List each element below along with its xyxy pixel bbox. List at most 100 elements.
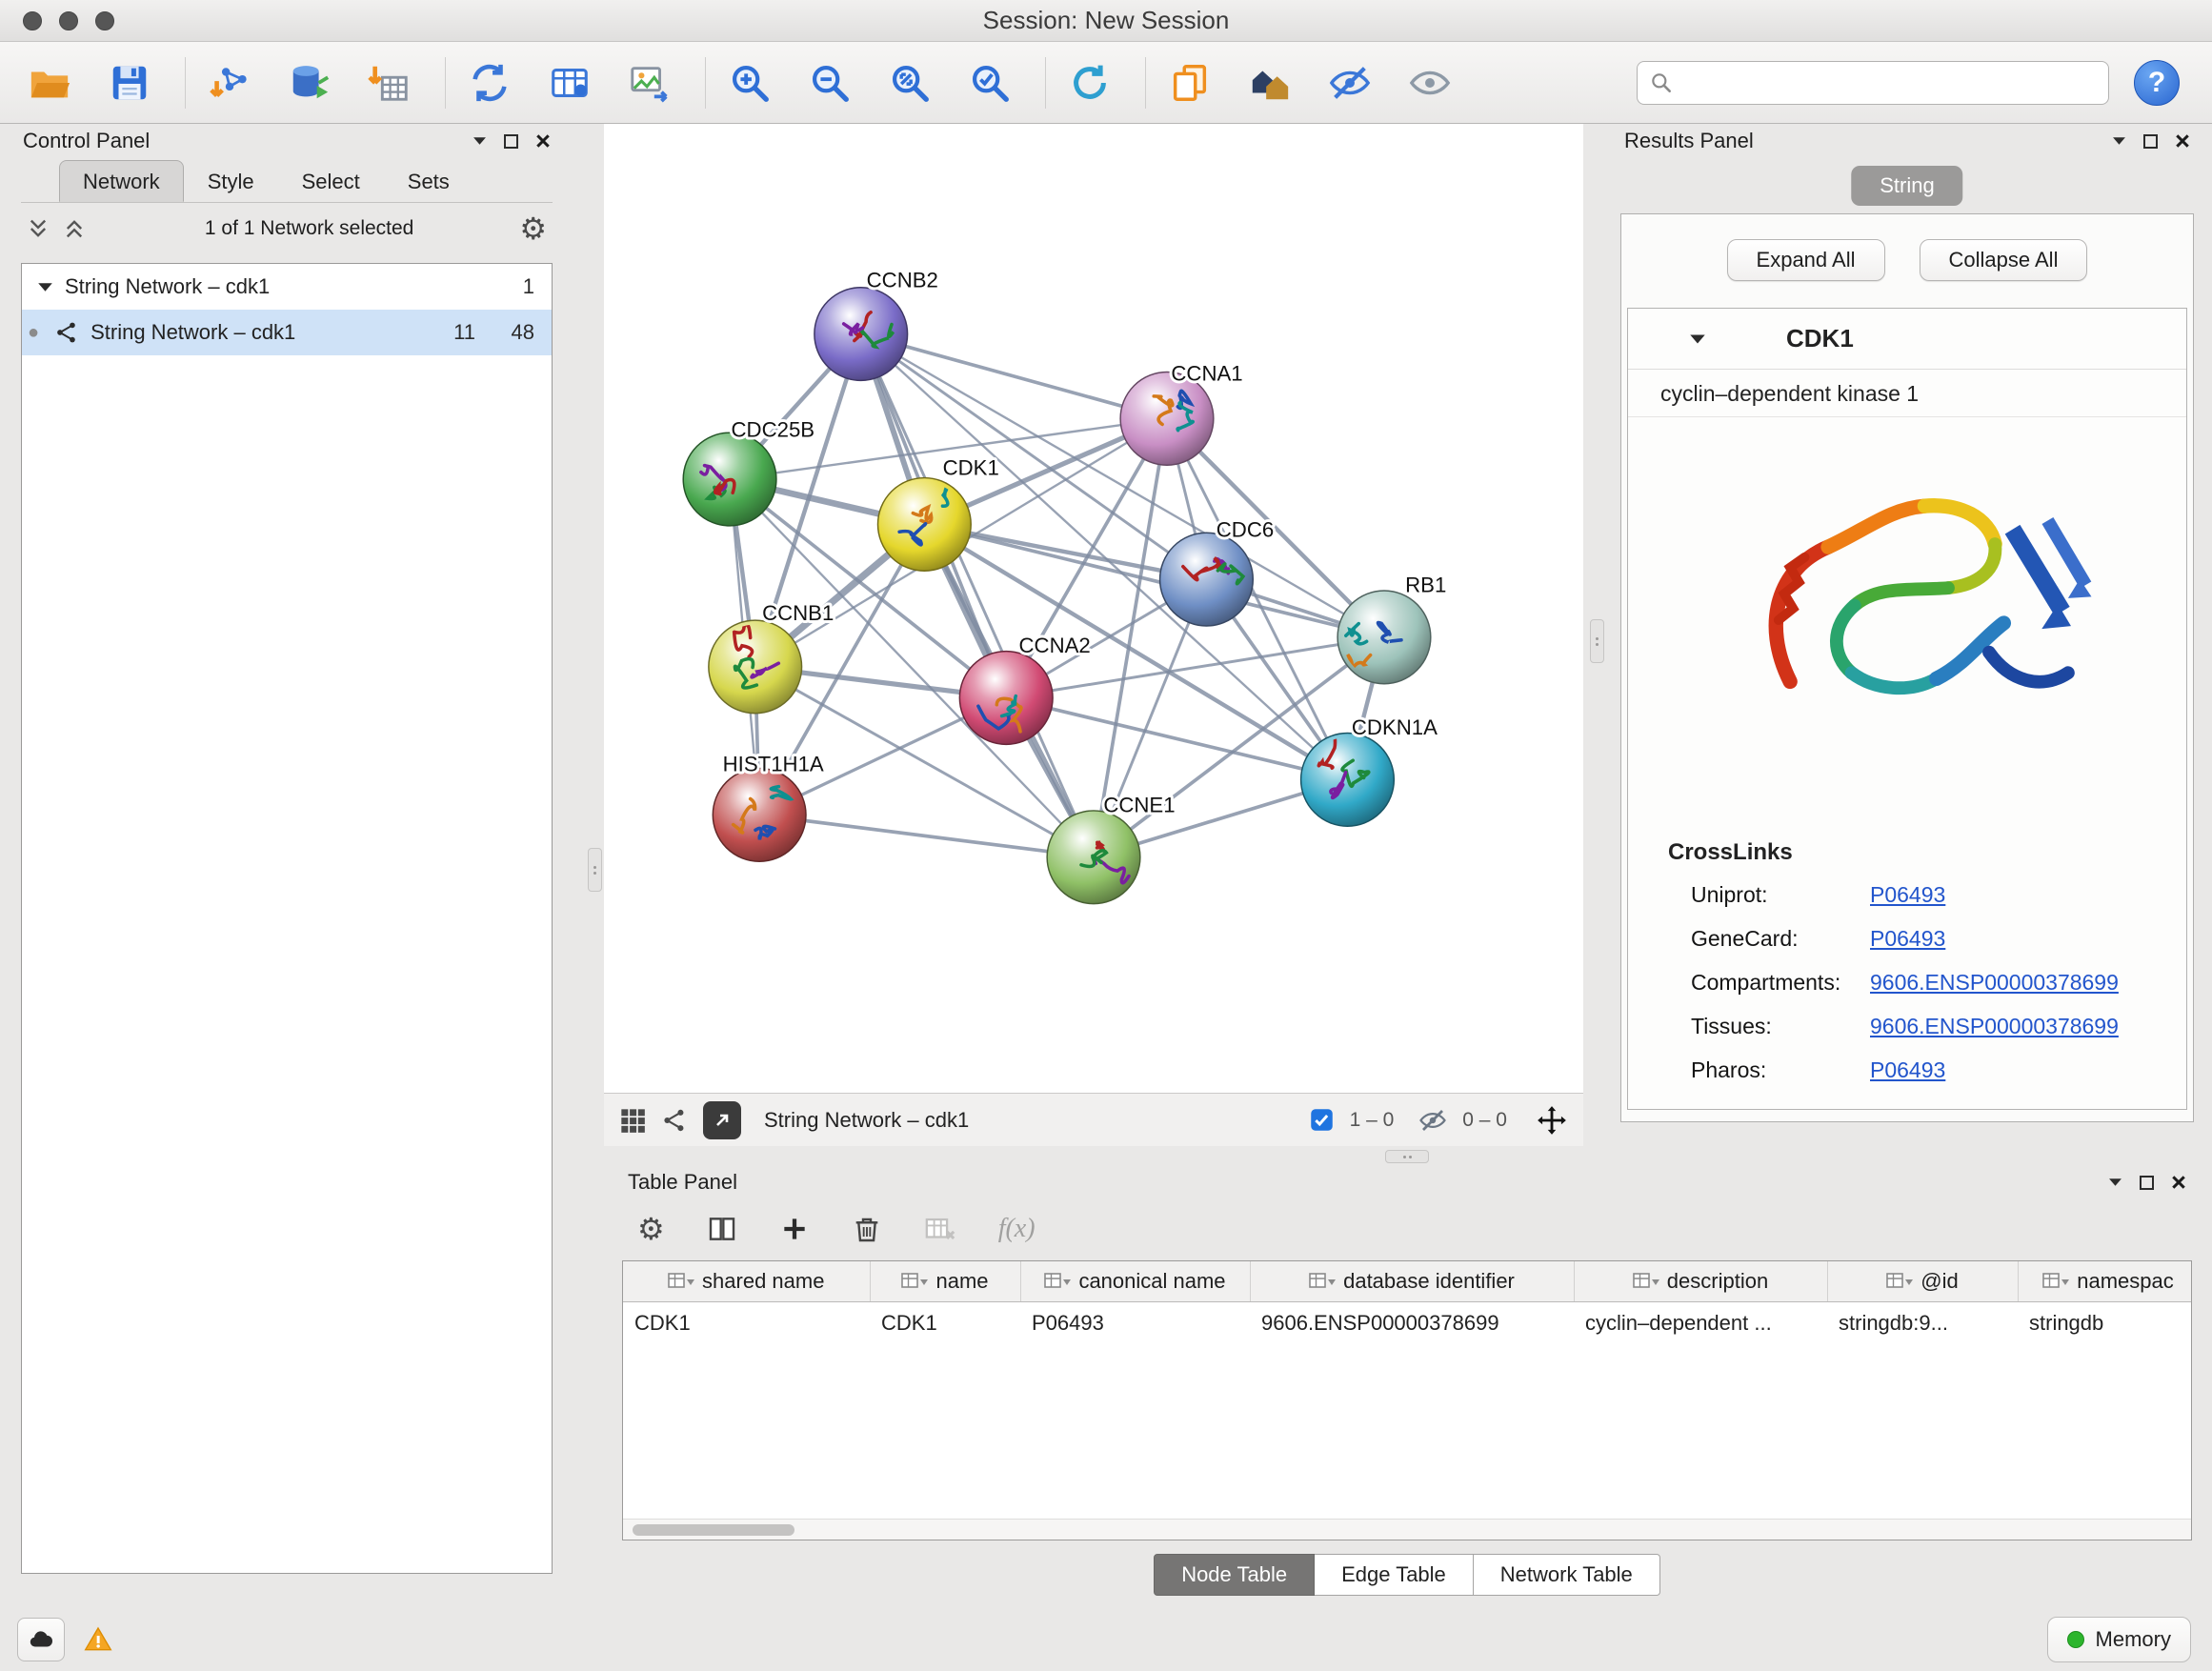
panel-close-button[interactable] (2175, 133, 2190, 149)
panel-float-button[interactable] (2108, 1178, 2122, 1187)
column-header-canonical-name[interactable]: canonical name (1020, 1261, 1250, 1301)
table-settings-button[interactable]: ⚙ (637, 1214, 665, 1244)
table-row[interactable]: CDK1CDK1P064939606.ENSP00000378699cyclin… (623, 1301, 2192, 1345)
add-column-button[interactable] (779, 1214, 810, 1244)
panel-close-button[interactable] (535, 133, 551, 149)
expand-all-button[interactable]: Expand All (1727, 239, 1885, 281)
network-table-button[interactable] (543, 54, 596, 111)
panel-close-button[interactable] (2171, 1175, 2186, 1190)
network-view[interactable]: CCNB2CCNA1CDC25BCDK1CDC6RB1CCNB1CCNA2CDK… (604, 124, 1583, 1146)
selected-checkbox-icon[interactable] (1309, 1107, 1335, 1133)
crosslink-link[interactable]: 9606.ENSP00000378699 (1870, 1014, 2119, 1039)
crosslink-link[interactable]: 9606.ENSP00000378699 (1870, 970, 2119, 996)
tab-node-table[interactable]: Node Table (1154, 1554, 1315, 1596)
open-in-new-window-button[interactable] (703, 1101, 741, 1139)
network-node-CDKN1A[interactable] (1301, 734, 1395, 827)
table-cell[interactable]: cyclin–dependent ... (1574, 1301, 1827, 1345)
network-node-CDC25B[interactable] (683, 433, 776, 526)
refresh-button[interactable] (1063, 54, 1116, 111)
column-header-name[interactable]: name (870, 1261, 1020, 1301)
gene-card-header[interactable]: CDK1 (1628, 309, 2186, 370)
collapse-all-button[interactable]: Collapse All (1920, 239, 2088, 281)
panel-maximize-button[interactable] (504, 134, 518, 149)
open-session-button[interactable] (23, 54, 76, 111)
crosslink-link[interactable]: P06493 (1870, 882, 1945, 908)
hidden-eye-slash-icon[interactable] (1418, 1106, 1447, 1135)
network-share-icon[interactable] (661, 1107, 688, 1134)
zoom-in-button[interactable] (723, 54, 776, 111)
panel-float-button[interactable] (2112, 136, 2126, 146)
column-header-database-identifier[interactable]: database identifier (1250, 1261, 1574, 1301)
zoom-out-button[interactable] (803, 54, 856, 111)
table-cell[interactable]: stringdb:9... (1827, 1301, 2018, 1345)
column-header-@id[interactable]: @id (1827, 1261, 2018, 1301)
show-columns-button[interactable] (707, 1214, 737, 1244)
network-collection-row[interactable]: String Network – cdk1 1 (22, 264, 552, 310)
save-session-button[interactable] (103, 54, 156, 111)
network-node-CDK1[interactable] (878, 478, 972, 572)
table-cell[interactable]: 9606.ENSP00000378699 (1250, 1301, 1574, 1345)
memory-button[interactable]: Memory (2047, 1617, 2191, 1662)
search-input[interactable] (1683, 70, 2097, 96)
cloud-status-button[interactable] (17, 1618, 65, 1661)
panel-divider-grip[interactable] (1590, 619, 1604, 663)
tab-network-table[interactable]: Network Table (1474, 1554, 1660, 1596)
delete-table-button-disabled[interactable] (924, 1213, 956, 1245)
import-network-from-database-button[interactable] (283, 54, 336, 111)
network-arrows-button[interactable] (463, 54, 516, 111)
network-node-CDC6[interactable] (1160, 533, 1254, 626)
delete-column-button[interactable] (852, 1214, 882, 1244)
table-cell[interactable]: stringdb (2018, 1301, 2192, 1345)
panel-maximize-button[interactable] (2140, 1176, 2154, 1190)
zoom-window-button[interactable] (95, 11, 114, 30)
scrollbar-thumb[interactable] (633, 1524, 794, 1536)
panel-maximize-button[interactable] (2143, 134, 2158, 149)
tab-sets[interactable]: Sets (384, 160, 473, 202)
panel-divider-grip[interactable] (588, 848, 602, 892)
tab-select[interactable]: Select (278, 160, 384, 202)
crosslink-link[interactable]: P06493 (1870, 926, 1945, 952)
toggle-visibility-button[interactable] (1323, 54, 1377, 111)
collapse-all-networks-icon[interactable] (63, 217, 86, 240)
collection-expand-icon[interactable] (37, 282, 53, 292)
table-cell[interactable]: CDK1 (623, 1301, 870, 1345)
help-button[interactable]: ? (2134, 60, 2180, 106)
network-node-CCNB2[interactable] (814, 288, 908, 381)
string-home-button[interactable] (1243, 54, 1297, 111)
import-table-button[interactable] (363, 54, 416, 111)
pan-crosshair-icon[interactable] (1536, 1104, 1568, 1137)
network-node-CCNB1[interactable] (709, 620, 802, 714)
zoom-fit-button[interactable] (883, 54, 936, 111)
tab-string[interactable]: String (1851, 166, 1962, 206)
panel-divider-grip[interactable] (1385, 1150, 1429, 1163)
network-node-RB1[interactable] (1337, 591, 1431, 684)
column-header-shared-name[interactable]: shared name (623, 1261, 870, 1301)
export-image-button[interactable] (623, 54, 676, 111)
panel-float-button[interactable] (473, 136, 487, 146)
table-cell[interactable]: CDK1 (870, 1301, 1020, 1345)
expand-all-networks-icon[interactable] (27, 217, 50, 240)
import-network-from-file-button[interactable] (203, 54, 256, 111)
close-window-button[interactable] (23, 11, 42, 30)
network-node-CCNE1[interactable] (1047, 811, 1140, 904)
table-cell[interactable]: P06493 (1020, 1301, 1250, 1345)
network-node-CCNA1[interactable] (1120, 372, 1214, 466)
minimize-window-button[interactable] (59, 11, 78, 30)
function-builder-button[interactable]: f(x) (998, 1214, 1036, 1244)
warnings-button[interactable] (74, 1618, 122, 1661)
show-all-button[interactable] (1403, 54, 1457, 111)
crosslink-link[interactable]: P06493 (1870, 1057, 1945, 1083)
zoom-selected-button[interactable] (963, 54, 1016, 111)
network-options-gear-icon[interactable]: ⚙ (519, 213, 547, 244)
tab-edge-table[interactable]: Edge Table (1315, 1554, 1474, 1596)
tab-style[interactable]: Style (184, 160, 278, 202)
copy-document-button[interactable] (1163, 54, 1217, 111)
grid-view-icon[interactable] (619, 1107, 646, 1134)
column-header-namespac[interactable]: namespac (2018, 1261, 2192, 1301)
network-row[interactable]: ● String Network – cdk1 11 48 (22, 310, 552, 355)
network-canvas[interactable]: CCNB2CCNA1CDC25BCDK1CDC6RB1CCNB1CCNA2CDK… (604, 124, 1583, 1093)
column-header-description[interactable]: description (1574, 1261, 1827, 1301)
network-node-CCNA2[interactable] (959, 652, 1053, 745)
tab-network[interactable]: Network (59, 160, 184, 202)
network-node-HIST1H1A[interactable] (713, 769, 806, 862)
